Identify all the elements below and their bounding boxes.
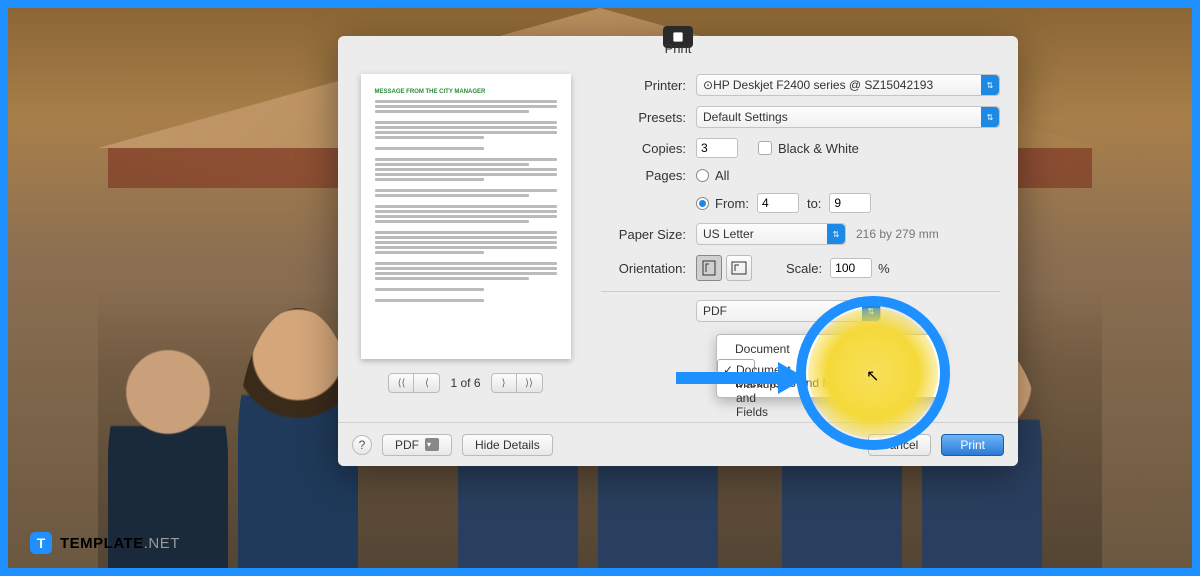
help-button[interactable]: ?	[352, 435, 372, 455]
dialog-title: Print	[338, 36, 1018, 62]
pages-all-label: All	[715, 168, 729, 183]
papersize-label: Paper Size:	[601, 227, 696, 242]
presets-label: Presets:	[601, 110, 696, 125]
cancel-button[interactable]: Cancel	[868, 434, 931, 456]
scale-label: Scale:	[786, 261, 822, 276]
copies-input[interactable]	[696, 138, 738, 158]
bw-checkbox[interactable]	[758, 141, 772, 155]
landscape-button[interactable]	[726, 255, 752, 281]
print-button[interactable]: Print	[941, 434, 1004, 456]
scale-pct: %	[878, 261, 890, 276]
comments-forms-menu[interactable]: Document Document, Markups and Fields Do…	[716, 334, 941, 398]
papersize-select[interactable]: US Letter⇅	[696, 223, 846, 245]
pages-all-radio[interactable]	[696, 169, 709, 182]
pdf-menu-button[interactable]: PDF▾	[382, 434, 452, 456]
pages-from-radio[interactable]	[696, 197, 709, 210]
chevron-down-icon: ▾	[425, 438, 439, 451]
pages-from-input[interactable]	[757, 193, 799, 213]
menu-document[interactable]: Document	[717, 339, 940, 359]
pages-to-input[interactable]	[829, 193, 871, 213]
pdf-section-select[interactable]: PDF⇅	[696, 300, 881, 322]
last-page-button[interactable]: ⟩⟩	[517, 373, 543, 393]
page-nav: ⟨⟨ ⟨ 1 of 6 ⟩ ⟩⟩	[388, 373, 542, 393]
print-dialog: Print MESSAGE FROM THE CITY MANAGER ⟨⟨ ⟨	[338, 36, 1018, 466]
chevron-updown-icon: ⇅	[862, 301, 880, 321]
pages-label: Pages:	[601, 168, 696, 183]
first-page-button[interactable]: ⟨⟨	[388, 373, 414, 393]
menu-document-markups-fields[interactable]: Document, Markups and Fields	[717, 359, 755, 373]
dialog-footer: ? PDF▾ Hide Details Cancel Print	[338, 422, 1018, 466]
presets-select[interactable]: Default Settings⇅	[696, 106, 1000, 128]
template-logo-icon: T	[30, 532, 52, 554]
copies-label: Copies:	[601, 141, 696, 156]
hide-details-button[interactable]: Hide Details	[462, 434, 553, 456]
menu-documents-markups[interactable]: Documents and Markups	[717, 373, 940, 393]
pages-from-label: From:	[715, 196, 749, 211]
chevron-updown-icon: ⇅	[827, 224, 845, 244]
printer-select[interactable]: ⊙ HP Deskjet F2400 series @ SZ15042193⇅	[696, 74, 1000, 96]
orientation-label: Orientation:	[601, 261, 696, 276]
prev-page-button[interactable]: ⟨	[414, 373, 440, 393]
preview-panel: MESSAGE FROM THE CITY MANAGER ⟨⟨ ⟨ 1 of …	[338, 62, 593, 442]
pages-to-label: to:	[807, 196, 821, 211]
page-indicator: 1 of 6	[450, 376, 480, 390]
chevron-updown-icon: ⇅	[981, 75, 999, 95]
printer-label: Printer:	[601, 78, 696, 93]
chevron-updown-icon: ⇅	[981, 107, 999, 127]
portrait-button[interactable]	[696, 255, 722, 281]
papersize-dim: 216 by 279 mm	[856, 227, 939, 241]
watermark: T TEMPLATE.NET	[30, 532, 180, 554]
page-preview: MESSAGE FROM THE CITY MANAGER	[361, 74, 571, 359]
bw-label: Black & White	[778, 141, 859, 156]
scale-input[interactable]	[830, 258, 872, 278]
doc-heading: MESSAGE FROM THE CITY MANAGER	[375, 88, 557, 96]
next-page-button[interactable]: ⟩	[491, 373, 517, 393]
